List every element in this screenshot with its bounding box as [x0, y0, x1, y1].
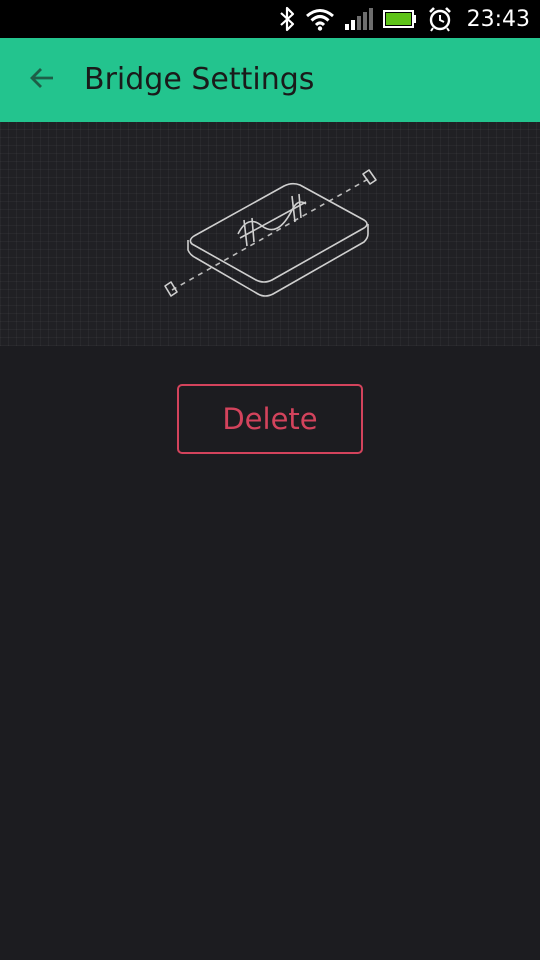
battery-icon — [382, 9, 417, 29]
status-bar: 23:43 — [0, 0, 540, 38]
bridge-device-icon — [164, 169, 377, 297]
wifi-icon — [305, 7, 335, 31]
delete-button[interactable]: Delete — [177, 384, 363, 454]
status-time: 23:43 — [466, 6, 530, 32]
hero-illustration — [0, 122, 540, 346]
signal-icon — [344, 7, 373, 31]
page-title: Bridge Settings — [84, 62, 315, 97]
bluetooth-icon — [279, 6, 295, 32]
status-icons: 23:43 — [279, 0, 530, 38]
back-button[interactable] — [20, 58, 64, 102]
app-bar: Bridge Settings — [0, 38, 540, 122]
alarm-icon — [427, 6, 453, 32]
arrow-left-icon — [28, 64, 56, 96]
